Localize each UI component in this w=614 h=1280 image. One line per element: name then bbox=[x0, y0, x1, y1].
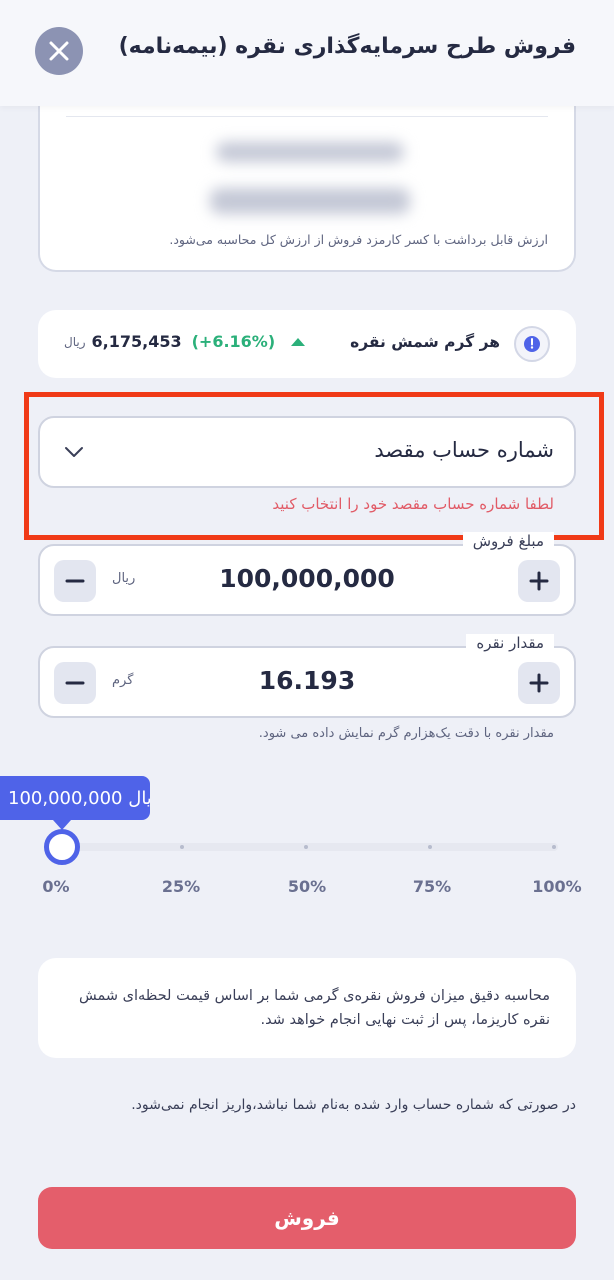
silver-coin-icon bbox=[514, 326, 550, 362]
price-group: ریال 6,175,453 (+6.16%) bbox=[64, 332, 306, 351]
close-icon bbox=[49, 41, 69, 61]
summary-card: ارزش قابل برداشت با کسر کارمزد فروش از ا… bbox=[38, 90, 576, 272]
silver-amount-decrease-button[interactable] bbox=[54, 662, 96, 704]
slider-track[interactable] bbox=[62, 843, 558, 851]
silver-amount-unit: گرم bbox=[112, 673, 134, 688]
close-button[interactable] bbox=[35, 27, 83, 75]
track-dot bbox=[180, 845, 184, 849]
tick-25: 25% bbox=[161, 877, 201, 896]
price-label: هر گرم شمش نقره bbox=[350, 333, 500, 351]
tick-75: 75% bbox=[412, 877, 452, 896]
price-value: 6,175,453 bbox=[91, 332, 182, 351]
sell-button[interactable]: فروش bbox=[38, 1187, 576, 1249]
slider-tooltip: 100,000,000 ریال bbox=[0, 776, 150, 820]
header: فروش طرح سرمایه‌گذاری نقره (بیمه‌نامه) bbox=[0, 0, 614, 106]
divider bbox=[66, 116, 548, 117]
precision-note: مقدار نقره با دقت یک‌هزارم گرم نمایش داد… bbox=[258, 726, 554, 741]
track-dot bbox=[304, 845, 308, 849]
tick-100: 100% bbox=[532, 877, 582, 896]
price-change: (+6.16%) bbox=[191, 332, 276, 351]
blurred-value bbox=[210, 188, 410, 214]
sale-amount-legend: مبلغ فروش bbox=[462, 532, 554, 550]
info-card: محاسبه دقیق میزان فروش نقره‌ی گرمی شما ب… bbox=[38, 958, 576, 1058]
tick-0: 0% bbox=[42, 877, 70, 896]
blurred-label bbox=[216, 142, 404, 162]
tick-50: 50% bbox=[287, 877, 327, 896]
sale-amount-unit: ریال bbox=[112, 571, 136, 586]
sale-amount-decrease-button[interactable] bbox=[54, 560, 96, 602]
track-dot bbox=[552, 845, 556, 849]
track-dot bbox=[428, 845, 432, 849]
minus-icon bbox=[65, 579, 85, 583]
account-warning-note: در صورتی که شماره حساب وارد شده به‌نام ش… bbox=[131, 1097, 576, 1113]
page-title: فروش طرح سرمایه‌گذاری نقره (بیمه‌نامه) bbox=[118, 34, 576, 59]
sale-amount-field: مبلغ فروش 100,000,000 ریال bbox=[38, 532, 576, 616]
highlight-annotation bbox=[24, 392, 604, 540]
info-text: محاسبه دقیق میزان فروش نقره‌ی گرمی شما ب… bbox=[79, 988, 550, 1028]
minus-icon bbox=[65, 681, 85, 685]
up-arrow-icon bbox=[291, 337, 306, 346]
silver-price-card: هر گرم شمش نقره ریال 6,175,453 (+6.16%) bbox=[38, 310, 576, 378]
slider-thumb[interactable] bbox=[44, 829, 80, 865]
price-currency: ریال bbox=[64, 334, 86, 349]
withdrawable-note: ارزش قابل برداشت با کسر کارمزد فروش از ا… bbox=[169, 232, 548, 247]
silver-amount-field: مقدار نقره 16.193 گرم bbox=[38, 634, 576, 718]
silver-amount-legend: مقدار نقره bbox=[466, 634, 554, 652]
